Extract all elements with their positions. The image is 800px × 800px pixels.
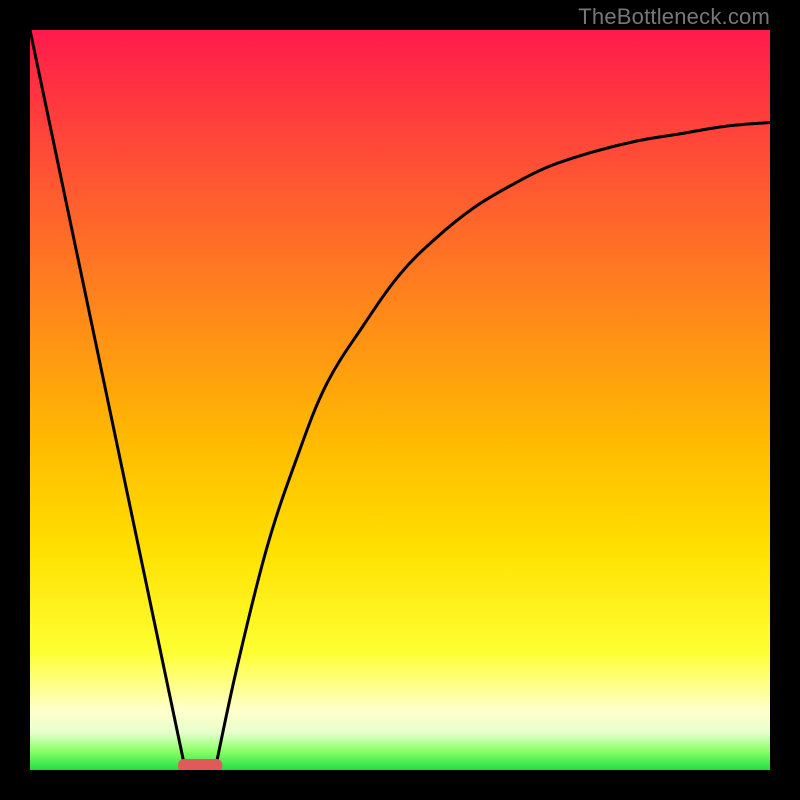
brand-watermark: TheBottleneck.com	[578, 4, 770, 30]
left-slope-path	[30, 30, 185, 770]
min-marker	[178, 759, 222, 770]
chart-svg	[30, 30, 770, 770]
right-curve-path	[215, 123, 770, 771]
plot-area	[30, 30, 770, 770]
series-group	[30, 30, 770, 770]
chart-frame: TheBottleneck.com	[0, 0, 800, 800]
